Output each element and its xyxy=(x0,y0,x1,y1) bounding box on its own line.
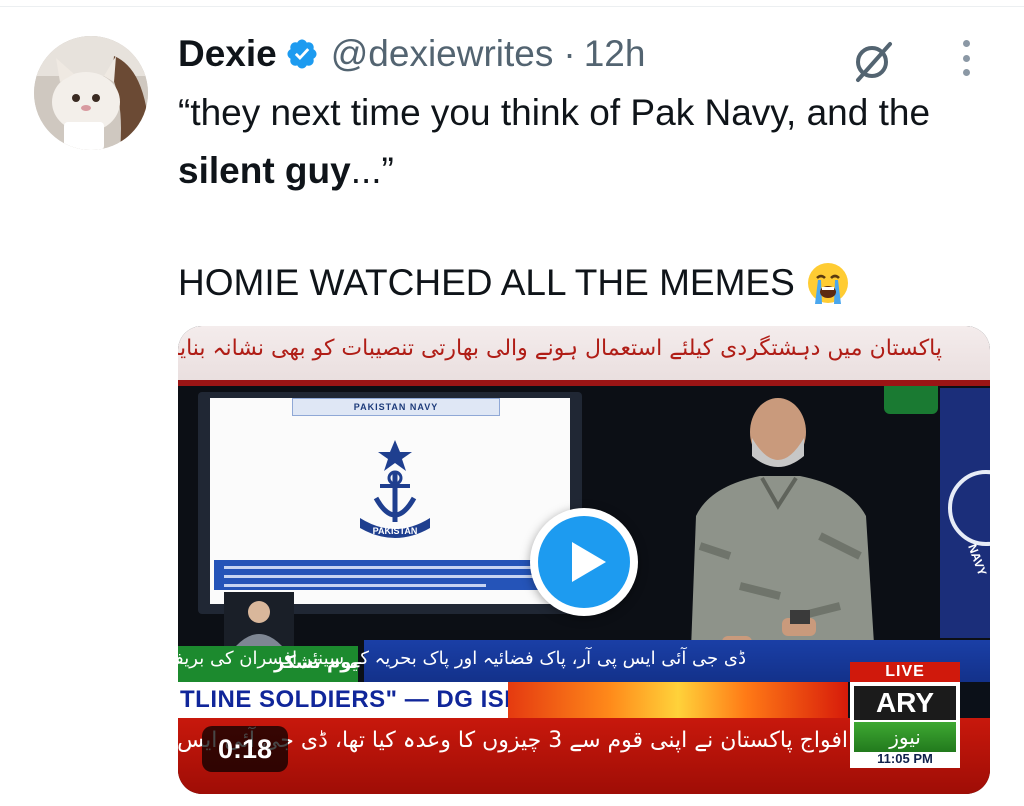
channel-logo: ARY نیوز 11:05 PM xyxy=(850,682,960,768)
top-divider xyxy=(0,6,1024,7)
video-small-speaker-thumbnail xyxy=(224,592,294,646)
verified-badge-icon xyxy=(285,37,319,71)
play-icon xyxy=(538,516,630,608)
screen-caption xyxy=(214,560,566,590)
timestamp[interactable]: 12h xyxy=(584,33,646,75)
pakistan-navy-emblem-icon: PAKISTAN xyxy=(360,440,430,538)
screen-header-text: PAKISTAN NAVY xyxy=(292,398,500,416)
pakistan-navy-banner-icon: NAVY xyxy=(940,388,990,638)
separator-dot: · xyxy=(563,33,576,74)
video-top-banner-text: پاکستان میں دہشتگردی کیلئے استعمال ہونے … xyxy=(178,336,942,361)
ticker-blue-text: ڈی جی آئی ایس پی آر، پاک فضائیہ اور پاک … xyxy=(178,648,746,669)
channel-logo-sub: نیوز xyxy=(854,722,956,752)
ticker-white-text: TLINE SOLDIERS" — DG ISPR xyxy=(180,686,539,713)
tweet-header: Dexie @dexiewrites · 12h xyxy=(178,30,645,78)
channel-logo-text: ARY xyxy=(854,686,956,720)
tweet-text-line2-text: HOMIE WATCHED ALL THE MEMES xyxy=(178,262,795,303)
more-options-icon[interactable] xyxy=(952,36,980,80)
play-button[interactable] xyxy=(530,508,638,616)
loudly-crying-face-emoji xyxy=(805,260,851,306)
video-player[interactable]: پاکستان میں دہشتگردی کیلئے استعمال ہونے … xyxy=(178,326,990,794)
tweet-text-line2: HOMIE WATCHED ALL THE MEMES xyxy=(178,258,851,308)
video-presentation-screen: PAKISTAN NAVY PAKISTAN xyxy=(198,392,582,614)
live-badge: LIVE xyxy=(850,662,960,682)
video-speaker-figure xyxy=(690,398,876,676)
tweet-text-part1: “they next time you think of Pak Navy, a… xyxy=(178,92,931,133)
avatar-cat-image xyxy=(34,36,148,150)
ticker-flames-graphic xyxy=(508,682,848,718)
avatar[interactable] xyxy=(34,36,148,150)
ticker-red-text: افواج پاکستان نے اپنی قوم سے 3 چیزوں کا … xyxy=(178,728,848,753)
display-name[interactable]: Dexie xyxy=(178,33,277,75)
video-top-right-badge xyxy=(884,386,938,414)
tweet-text-part2: ...” xyxy=(350,150,394,191)
channel-time: 11:05 PM xyxy=(877,751,933,766)
tweet-text-bold: silent guy xyxy=(178,150,351,191)
tweet-text: “they next time you think of Pak Navy, a… xyxy=(178,84,978,200)
grok-icon[interactable] xyxy=(846,34,898,86)
video-duration-badge: 0:18 xyxy=(202,726,289,772)
handle[interactable]: @dexiewrites xyxy=(331,33,554,75)
emblem-label: PAKISTAN xyxy=(373,526,418,536)
